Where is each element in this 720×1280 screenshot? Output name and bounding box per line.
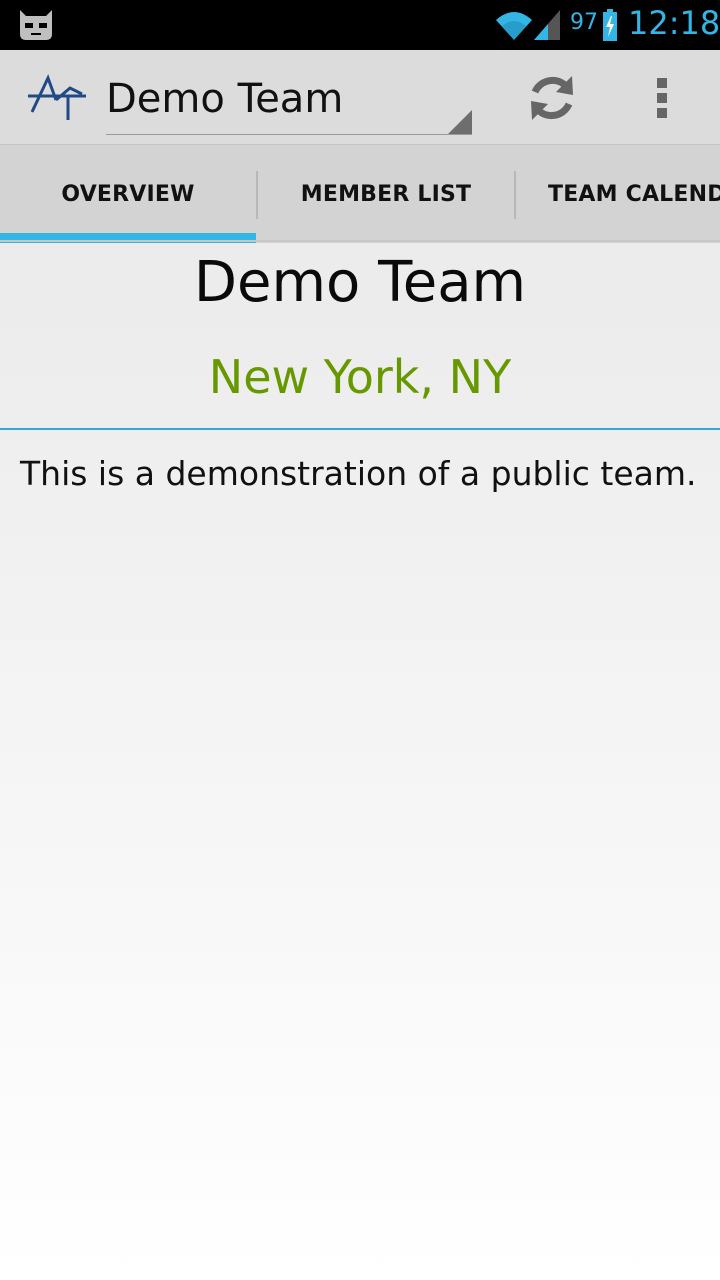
tab-member-list[interactable]: MEMBER LIST	[258, 145, 514, 243]
team-selector-label: Demo Team	[106, 76, 344, 122]
status-bar: 97 12:18	[0, 0, 720, 50]
wifi-icon	[496, 12, 532, 40]
tab-team-calendar[interactable]: TEAM CALENDAR	[516, 145, 720, 243]
tab-member-list-label: MEMBER LIST	[300, 181, 472, 207]
tab-overview-label: OVERVIEW	[61, 181, 195, 207]
tab-overview[interactable]: OVERVIEW	[0, 145, 256, 243]
tab-strip-divider	[0, 240, 720, 242]
app-logo-icon[interactable]	[26, 74, 88, 122]
team-description: This is a demonstration of a public team…	[20, 454, 697, 493]
spinner-arrow-icon	[448, 110, 472, 134]
team-location: New York, NY	[208, 350, 512, 404]
refresh-icon[interactable]	[522, 68, 582, 128]
team-name-heading: Demo Team	[193, 250, 527, 315]
tab-team-calendar-label: TEAM CALENDAR	[548, 181, 720, 207]
battery-percent: 97	[570, 10, 598, 35]
cyanogenmod-mascot-icon	[20, 10, 52, 40]
action-bar: Demo Team	[0, 50, 720, 144]
tab-strip: OVERVIEW MEMBER LIST TEAM CALENDAR	[0, 144, 720, 243]
battery-charging-icon	[603, 9, 617, 41]
overflow-menu-icon[interactable]	[640, 68, 686, 128]
signal-icon	[534, 10, 560, 40]
team-selector-spinner[interactable]: Demo Team	[106, 68, 472, 135]
screen: 97 12:18 Demo Team OVERVIEW MEMBER LIST …	[0, 0, 720, 1280]
content-divider	[0, 428, 720, 430]
status-time: 12:18	[628, 4, 720, 42]
